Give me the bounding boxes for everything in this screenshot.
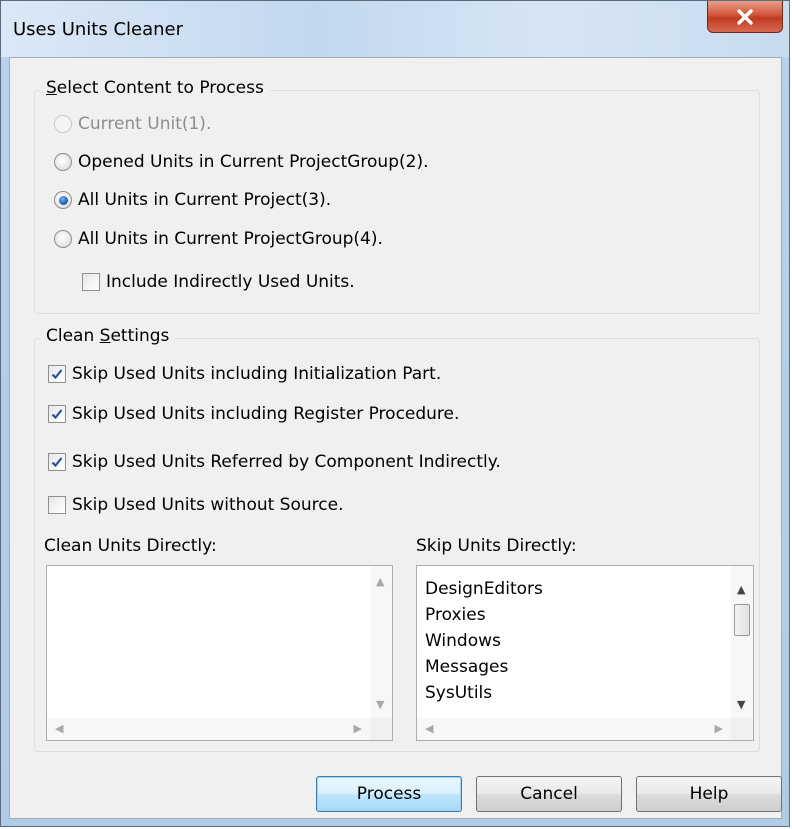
cancel-button[interactable]: Cancel [476,776,622,812]
dialog-body: Select Content to Process Current Unit(1… [9,57,782,819]
radio-all-units-projectgroup[interactable]: All Units in Current ProjectGroup(4). [54,229,383,249]
clean-units-label: Clean Units Directly: [44,536,217,556]
scroll-down-arrow-icon[interactable]: ▼ [737,699,745,710]
radio-label: Current Unit(1). [78,114,212,134]
radio-label: All Units in Current Project(3). [78,190,332,210]
scroll-corner [731,718,753,740]
checkbox-icon [82,273,100,291]
checkbox-icon [48,496,66,514]
radio-button-icon [54,230,72,248]
close-icon [737,8,753,25]
dialog-window: Uses Units Cleaner Select Content to Pro… [0,0,790,827]
scroll-left-arrow-icon[interactable]: ◀ [425,723,433,734]
checkbox-checked-icon [48,453,66,471]
checkbox-label: Skip Used Units including Initialization… [72,364,442,384]
scroll-left-arrow-icon[interactable]: ◀ [55,723,63,734]
skip-referred-by-component-checkbox[interactable]: Skip Used Units Referred by Component In… [48,452,501,472]
skip-units-label: Skip Units Directly: [416,536,577,556]
clean-settings-group-label: Clean Settings [40,326,176,346]
radio-button-selected-icon [54,191,72,209]
radio-current-unit[interactable]: Current Unit(1). [54,114,211,134]
scroll-right-arrow-icon[interactable]: ▶ [354,723,362,734]
skip-without-source-checkbox[interactable]: Skip Used Units without Source. [48,495,343,515]
scroll-right-arrow-icon[interactable]: ▶ [715,723,723,734]
vertical-scrollbar[interactable]: ▲ ▼ [731,566,753,718]
list-item[interactable]: DesignEditors [425,576,543,602]
scroll-thumb[interactable] [734,604,750,636]
horizontal-scrollbar[interactable]: ◀ ▶ [47,718,370,740]
window-title: Uses Units Cleaner [13,19,184,40]
scroll-up-arrow-icon[interactable]: ▲ [376,576,384,587]
list-item[interactable]: Windows [425,628,543,654]
process-button[interactable]: Process [316,776,462,812]
vertical-scrollbar[interactable]: ▲ ▼ [370,566,392,718]
radio-label: Opened Units in Current ProjectGroup(2). [78,152,429,172]
checkbox-checked-icon [48,405,66,423]
clean-units-listbox[interactable]: ▲ ▼ ◀ ▶ [46,565,393,741]
help-button[interactable]: Help [636,776,782,812]
content-group-label: Select Content to Process [40,78,270,98]
radio-opened-units-projectgroup[interactable]: Opened Units in Current ProjectGroup(2). [54,152,428,172]
radio-all-units-project[interactable]: All Units in Current Project(3). [54,190,331,210]
list-item[interactable]: Proxies [425,602,543,628]
radio-label: All Units in Current ProjectGroup(4). [78,229,383,249]
checkbox-label: Skip Used Units including Register Proce… [72,404,460,424]
horizontal-scrollbar[interactable]: ◀ ▶ [417,718,731,740]
include-indirect-checkbox[interactable]: Include Indirectly Used Units. [82,272,355,292]
checkbox-label: Include Indirectly Used Units. [106,272,355,292]
checkbox-checked-icon [48,365,66,383]
radio-button-icon [54,115,72,133]
scroll-down-arrow-icon[interactable]: ▼ [376,699,384,710]
title-bar[interactable]: Uses Units Cleaner [1,1,789,57]
checkbox-label: Skip Used Units without Source. [72,495,344,515]
scroll-corner [370,718,392,740]
skip-units-listbox[interactable]: DesignEditors Proxies Windows Messages S… [416,565,754,741]
list-item[interactable]: SysUtils [425,680,543,706]
close-button[interactable] [707,1,783,33]
skip-init-part-checkbox[interactable]: Skip Used Units including Initialization… [48,364,441,384]
checkbox-label: Skip Used Units Referred by Component In… [72,452,501,472]
list-item[interactable]: Messages [425,654,543,680]
scroll-up-arrow-icon[interactable]: ▲ [737,584,745,595]
radio-button-icon [54,153,72,171]
skip-register-procedure-checkbox[interactable]: Skip Used Units including Register Proce… [48,404,459,424]
